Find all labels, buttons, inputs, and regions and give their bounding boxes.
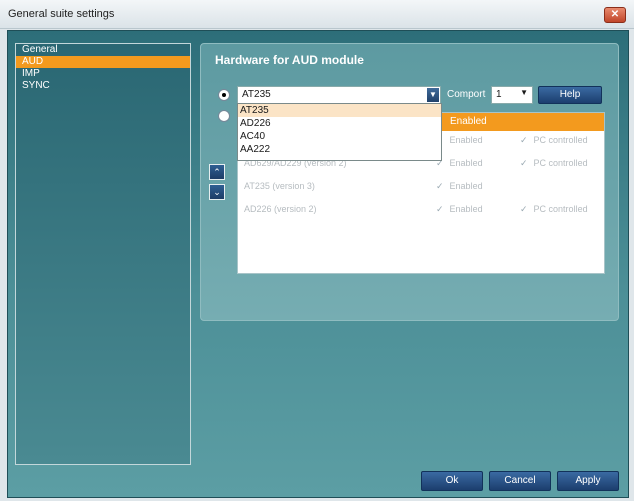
check-icon: ✓ <box>436 181 444 191</box>
close-icon: ✕ <box>610 9 620 20</box>
chevron-down-icon: ⌄ <box>213 187 221 197</box>
device-option-ad226[interactable]: AD226 <box>238 117 441 130</box>
device-select-value: AT235 <box>242 89 271 100</box>
chevron-down-icon[interactable]: ▼ <box>427 88 439 102</box>
check-icon: ✓ <box>520 204 528 214</box>
help-button[interactable]: Help <box>538 86 602 104</box>
device-option-ac40[interactable]: AC40 <box>238 130 441 143</box>
row-enabled: ✓Enabled <box>436 135 483 146</box>
move-down-button[interactable]: ⌄ <box>209 184 225 200</box>
category-list[interactable]: General AUD IMP SYNC <box>15 43 191 465</box>
comport-select[interactable]: 1 ▼ <box>491 86 533 104</box>
sidebar-item-aud[interactable]: AUD <box>16 56 190 68</box>
chevron-up-icon: ⌃ <box>213 167 221 177</box>
row-pc-label: PC controlled <box>533 204 588 214</box>
check-icon: ✓ <box>436 204 444 214</box>
dialog-buttons: Ok Cancel Apply <box>415 471 625 491</box>
window-title: General suite settings <box>8 8 115 20</box>
device-select[interactable]: AT235 ▼ <box>237 86 441 104</box>
settings-dialog: General AUD IMP SYNC Hardware for AUD mo… <box>7 30 629 498</box>
check-icon: ✓ <box>520 158 528 168</box>
chevron-down-icon[interactable]: ▼ <box>520 88 528 97</box>
table-header-enabled: Enabled <box>450 116 487 127</box>
comport-value: 1 <box>496 89 502 100</box>
row-enabled: ✓ Enabled <box>436 204 483 215</box>
ok-button[interactable]: Ok <box>421 471 483 491</box>
title-bar: General suite settings ✕ <box>0 0 634 29</box>
row-pc-controlled: ✓ PC controlled <box>520 204 588 215</box>
panel-title: Hardware for AUD module <box>215 53 364 67</box>
cancel-button[interactable]: Cancel <box>489 471 551 491</box>
close-button[interactable]: ✕ <box>604 7 626 23</box>
row-pc-controlled: ✓ PC controlled <box>520 158 588 169</box>
apply-button[interactable]: Apply <box>557 471 619 491</box>
sidebar-item-imp[interactable]: IMP <box>16 68 190 80</box>
row-enabled-label: Enabled <box>449 135 483 145</box>
table-row[interactable]: AT235 (version 3) ✓ Enabled <box>238 179 604 197</box>
device-dropdown-list[interactable]: AT235 AD226 AC40 AA222 <box>237 103 442 161</box>
device-option-aa222[interactable]: AA222 <box>238 143 441 156</box>
row-enabled-label: Enabled <box>449 181 483 191</box>
sidebar-item-general[interactable]: General <box>16 44 190 56</box>
row-pc-controlled: ✓ PC controlled <box>520 135 588 146</box>
hardware-panel: Hardware for AUD module AT235 ▼ AT235 AD… <box>200 43 619 321</box>
row-enabled-label: Enabled <box>449 204 483 214</box>
row-enabled-label: Enabled <box>449 158 483 168</box>
table-row[interactable]: AD226 (version 2) ✓ Enabled ✓ PC controlle… <box>238 202 604 220</box>
comport-label: Comport <box>447 89 486 100</box>
row-device-name: AT235 (version 3) <box>244 181 315 191</box>
row-pc-label: PC controlled <box>533 158 588 168</box>
move-up-button[interactable]: ⌃ <box>209 164 225 180</box>
row-pc-label: PC controlled <box>533 135 588 145</box>
row-enabled: ✓Enabled <box>436 158 483 169</box>
device-option-at235[interactable]: AT235 <box>238 104 441 117</box>
radio-device-option-2[interactable] <box>218 110 230 122</box>
check-icon: ✓ <box>520 135 528 145</box>
radio-device-option-1[interactable] <box>218 89 230 101</box>
row-device-name: AD226 (version 2) <box>244 204 317 214</box>
sidebar-item-sync[interactable]: SYNC <box>16 80 190 92</box>
row-enabled: ✓ Enabled <box>436 181 483 192</box>
